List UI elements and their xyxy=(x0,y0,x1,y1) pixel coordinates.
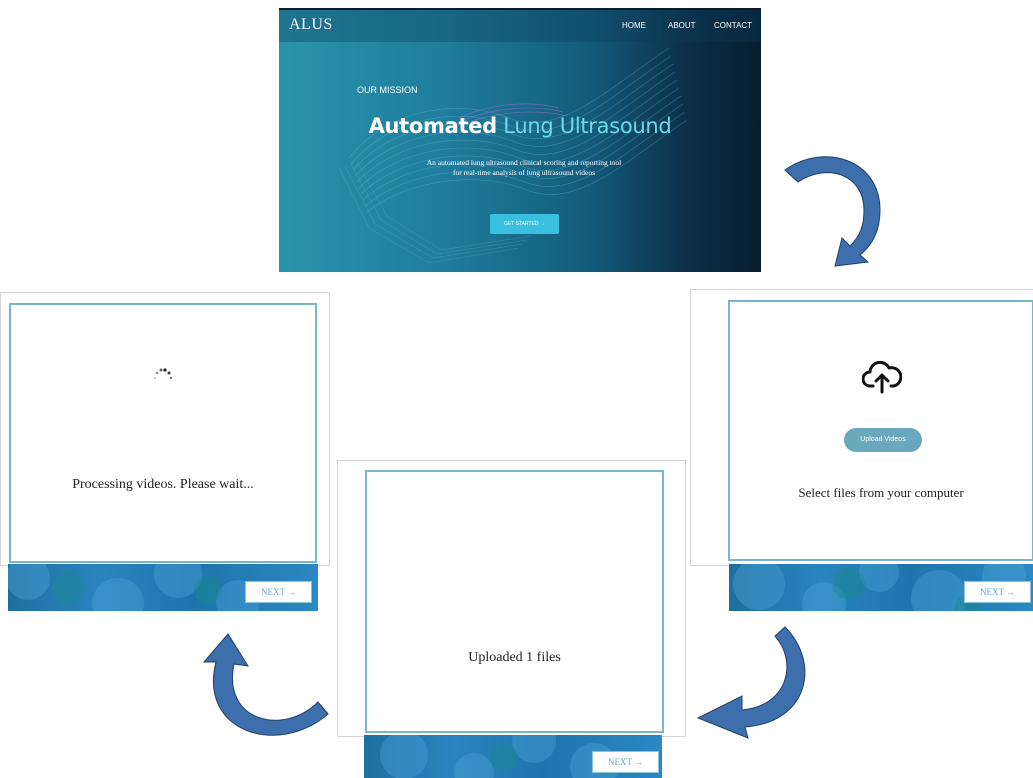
next-button[interactable]: NEXT → xyxy=(245,581,312,603)
headline-accent: Lung Ultrasound xyxy=(503,114,672,138)
flow-arrow-2 xyxy=(696,626,806,739)
mission-eyebrow: OUR MISSION xyxy=(357,85,418,95)
uploaded-screen: Uploaded 1 files xyxy=(337,460,686,737)
processing-footer-strip: NEXT → xyxy=(8,564,318,611)
spinner-icon xyxy=(153,368,173,380)
top-navbar: ALUS HOME ABOUT CONTACT xyxy=(279,8,761,42)
hero-headline: Automated Lung Ultrasound xyxy=(279,114,761,138)
flow-arrow-3 xyxy=(202,633,329,736)
landing-page-screenshot: ALUS HOME ABOUT CONTACT OUR MISSION Auto… xyxy=(279,8,761,272)
processing-text: Processing videos. Please wait... xyxy=(72,477,254,492)
description-line-1: An automated lung ultrasound clinical sc… xyxy=(426,158,622,167)
upload-footer-strip: NEXT → xyxy=(729,564,1033,611)
uploaded-card: Uploaded 1 files xyxy=(365,470,664,733)
processing-card: Processing videos. Please wait... xyxy=(9,303,317,563)
next-button[interactable]: NEXT → xyxy=(592,751,659,773)
uploaded-footer-strip: NEXT → xyxy=(364,735,662,778)
description-line-2: for real-time analysis of lung ultrasoun… xyxy=(452,168,596,177)
select-files-text: Select files from your computer xyxy=(798,485,964,500)
processing-screen: Processing videos. Please wait... xyxy=(0,292,330,566)
get-started-button[interactable]: GET STARTED → xyxy=(490,214,559,234)
brand-logo[interactable]: ALUS xyxy=(289,16,333,34)
headline-bold: Automated xyxy=(368,114,498,138)
nav-about[interactable]: ABOUT xyxy=(668,21,696,30)
nav-home[interactable]: HOME xyxy=(622,21,646,30)
upload-card: Upload Videos Select files from your com… xyxy=(728,300,1033,561)
next-button[interactable]: NEXT → xyxy=(964,581,1031,603)
nav-contact[interactable]: CONTACT xyxy=(714,21,752,30)
cloud-upload-icon xyxy=(862,360,902,394)
hero-description: An automated lung ultrasound clinical sc… xyxy=(399,158,649,178)
upload-videos-button[interactable]: Upload Videos xyxy=(844,428,922,452)
uploaded-files-text: Uploaded 1 files xyxy=(468,650,561,665)
upload-screen: Upload Videos Select files from your com… xyxy=(690,289,1033,566)
flow-arrow-1 xyxy=(784,156,881,267)
